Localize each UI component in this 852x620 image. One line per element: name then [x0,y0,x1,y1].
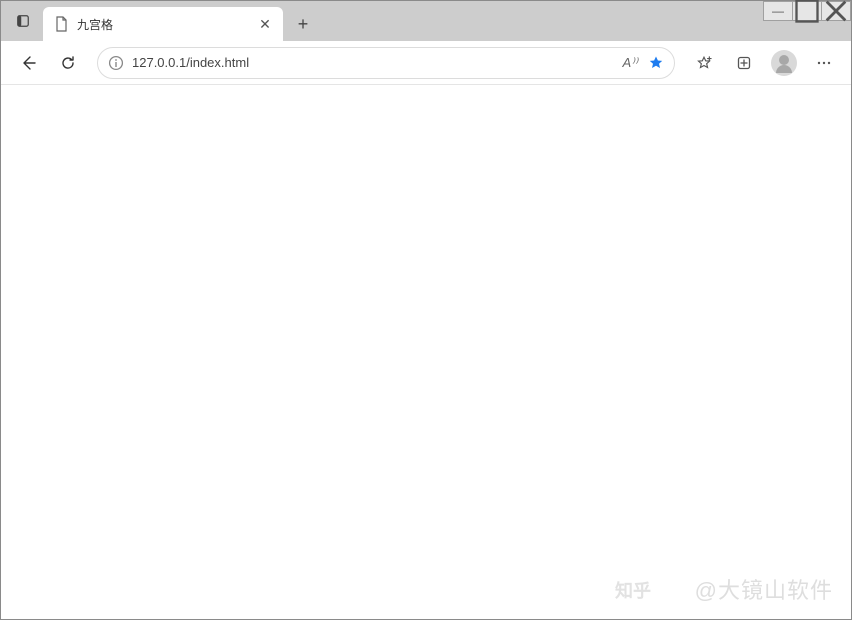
watermark-text: @大镜山软件 [695,573,833,605]
maximize-button[interactable] [792,1,822,21]
close-window-button[interactable] [821,1,851,21]
window-controls: — [764,1,851,21]
read-aloud-icon[interactable]: A⁾⁾ [622,55,638,71]
back-button[interactable] [11,46,45,80]
avatar-icon [771,50,797,76]
page-icon [53,16,69,32]
tab-close-button[interactable]: ✕ [257,16,273,32]
watermark-zhihu: 知乎 [615,577,651,603]
more-menu-button[interactable] [807,46,841,80]
titlebar: 九宫格 ✕ + [1,1,851,41]
favorite-star-icon[interactable] [648,55,664,71]
url-text: 127.0.0.1/index.html [132,55,614,70]
new-tab-button[interactable]: + [289,10,317,38]
address-actions: A⁾⁾ [622,55,664,71]
page-content: 知乎 @大镜山软件 [1,85,851,619]
site-info-icon[interactable] [108,55,124,71]
collections-button[interactable] [727,46,761,80]
favorites-button[interactable] [687,46,721,80]
tab-actions-button[interactable] [9,7,37,35]
profile-button[interactable] [767,46,801,80]
toolbar: 127.0.0.1/index.html A⁾⁾ [1,41,851,85]
tab-title: 九宫格 [77,16,249,33]
browser-tab[interactable]: 九宫格 ✕ [43,7,283,41]
minimize-button[interactable]: — [763,1,793,21]
refresh-button[interactable] [51,46,85,80]
address-bar[interactable]: 127.0.0.1/index.html A⁾⁾ [97,47,675,79]
